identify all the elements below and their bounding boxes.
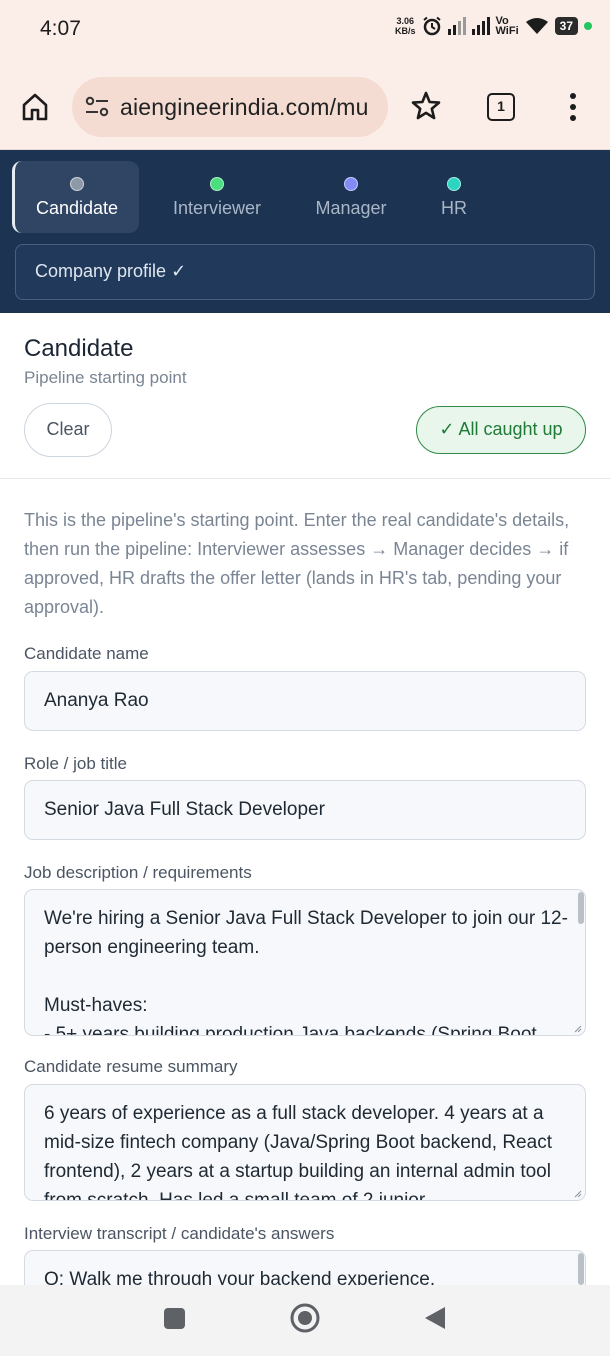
job-description-scrollbar[interactable] (578, 892, 584, 924)
role-value: Senior Java Full Stack Developer (44, 799, 325, 820)
network-speed: 3.06 KB/s (395, 16, 416, 36)
resize-handle-icon[interactable] (574, 1190, 582, 1198)
home-icon[interactable] (20, 92, 50, 122)
clear-button[interactable]: Clear (24, 403, 112, 457)
transcript-value: Q: Walk me through your backend experien… (44, 1269, 436, 1285)
address-bar[interactable]: aiengineerindia.com/mu (72, 77, 388, 137)
tab-switcher-button[interactable]: 1 (487, 93, 515, 121)
recents-button[interactable] (164, 1308, 185, 1329)
status-time: 4:07 (40, 17, 81, 40)
role-input[interactable]: Senior Java Full Stack Developer (24, 780, 586, 840)
company-profile-button[interactable]: Company profile ✓ (15, 244, 595, 300)
role-label: Role / job title (24, 754, 127, 773)
back-button-icon[interactable] (424, 1306, 446, 1330)
tab-interviewer-label: Interviewer (172, 198, 262, 218)
alarm-icon (422, 16, 441, 36)
resume-value: 6 years of experience as a full stack de… (44, 1103, 558, 1201)
candidate-name-label: Candidate name (24, 644, 149, 663)
browser-toolbar: aiengineerindia.com/mu 1 (0, 62, 610, 150)
candidate-name-input[interactable]: Ananya Rao (24, 671, 586, 731)
tab-candidate[interactable]: Candidate (12, 161, 139, 233)
site-settings-icon[interactable] (85, 96, 109, 118)
bookmark-star-icon[interactable] (410, 90, 442, 122)
system-navigation-bar (0, 1285, 610, 1356)
page-subtitle: Pipeline starting point (24, 368, 187, 387)
tab-hr-label: HR (441, 198, 467, 218)
candidate-status-dot (70, 177, 84, 191)
job-description-label: Job description / requirements (24, 863, 252, 882)
status-badge: ✓ All caught up (416, 406, 586, 454)
tab-manager[interactable]: Manager (295, 161, 407, 233)
company-profile-label: Company profile ✓ (35, 261, 187, 281)
role-navigation: Candidate Interviewer Manager HR Company… (0, 150, 610, 313)
transcript-label: Interview transcript / candidate's answe… (24, 1224, 335, 1243)
tab-manager-label: Manager (315, 198, 387, 218)
job-description-value: We're hiring a Senior Java Full Stack De… (44, 908, 568, 1036)
battery-indicator: 37 (554, 17, 578, 35)
home-button-icon[interactable] (289, 1302, 321, 1334)
job-description-textarea[interactable]: We're hiring a Senior Java Full Stack De… (24, 889, 586, 1036)
candidate-header: Candidate Pipeline starting point Clear … (0, 313, 610, 479)
more-menu-icon[interactable] (565, 92, 581, 122)
resume-textarea[interactable]: 6 years of experience as a full stack de… (24, 1084, 586, 1201)
status-icons: 3.06 KB/s Vo WiFi 37 (395, 15, 592, 37)
tab-candidate-label: Candidate (35, 198, 119, 218)
hr-status-dot (447, 177, 461, 191)
vowifi-indicator: Vo WiFi (495, 15, 519, 37)
intro-text: This is the pipeline's starting point. E… (24, 510, 570, 617)
url-text[interactable]: aiengineerindia.com/mu (120, 94, 369, 121)
status-bar: 4:07 3.06 KB/s Vo WiFi 37 (0, 0, 610, 62)
signal-icon-2 (471, 17, 490, 35)
wifi-icon (525, 18, 548, 34)
resize-handle-icon[interactable] (574, 1025, 582, 1033)
candidate-name-value: Ananya Rao (44, 690, 149, 711)
privacy-indicator-dot (584, 22, 592, 30)
interviewer-status-dot (210, 177, 224, 191)
page-title: Candidate (24, 335, 134, 362)
tab-hr[interactable]: HR (422, 161, 486, 233)
resume-label: Candidate resume summary (24, 1057, 238, 1076)
signal-icon (447, 17, 466, 35)
tab-interviewer[interactable]: Interviewer (155, 161, 279, 233)
transcript-textarea[interactable]: Q: Walk me through your backend experien… (24, 1250, 586, 1285)
manager-status-dot (344, 177, 358, 191)
transcript-scrollbar[interactable] (578, 1253, 584, 1285)
candidate-form: This is the pipeline's starting point. E… (0, 479, 610, 1285)
